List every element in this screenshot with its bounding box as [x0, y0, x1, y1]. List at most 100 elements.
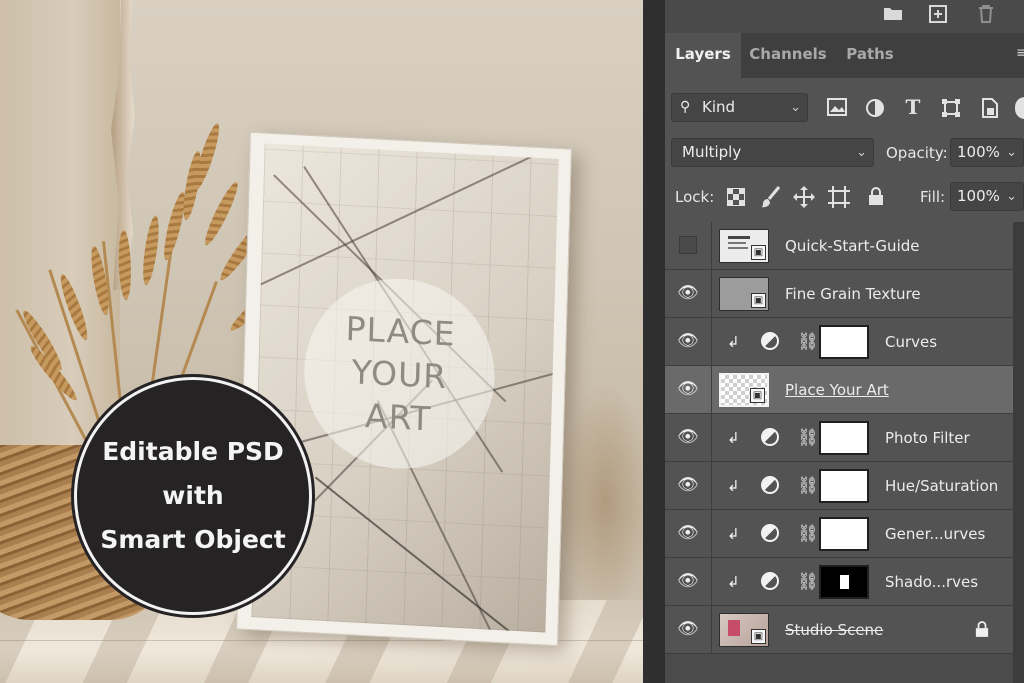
shape-filter-icon[interactable]: [941, 98, 961, 118]
layer-photo-filter[interactable]: 👁 ↲ ⛓ Photo Filter: [665, 414, 1013, 462]
clipping-arrow-icon: ↲: [727, 477, 740, 495]
eye-icon[interactable]: 👁: [677, 619, 699, 639]
placeholder-line-2: YOUR: [351, 351, 448, 396]
layer-name: Studio Scene: [785, 621, 884, 639]
eye-icon[interactable]: 👁: [677, 379, 699, 399]
new-layer-icon[interactable]: [927, 5, 949, 27]
layer-hue-saturation[interactable]: 👁 ↲ ⛓ Hue/Saturation: [665, 462, 1013, 510]
visibility-toggle-off[interactable]: [679, 236, 697, 254]
layer-name: Curves: [885, 333, 938, 351]
fill-field[interactable]: 100% ⌄: [950, 182, 1024, 211]
link-chain-icon[interactable]: ⛓: [797, 330, 819, 354]
eye-icon[interactable]: 👁: [677, 427, 699, 447]
chevron-down-icon: ⌄: [856, 145, 867, 160]
layers-panel: Layers Channels Paths ≡ ⚲ Kind ⌄ T Multi…: [665, 0, 1024, 683]
layer-mask-thumbnail[interactable]: [819, 517, 869, 551]
clipping-arrow-icon: ↲: [727, 333, 740, 351]
layer-thumbnail: ▣: [719, 613, 769, 647]
adjustment-filter-icon[interactable]: [865, 98, 885, 118]
filter-toggle-icon[interactable]: [1015, 97, 1024, 119]
link-chain-icon[interactable]: ⛓: [797, 522, 819, 546]
layer-shadow-curves[interactable]: 👁 ↲ ⛓ Shado...rves: [665, 558, 1013, 606]
placeholder-artwork: PLACE YOUR ART: [251, 143, 559, 633]
lock-transparent-icon[interactable]: [727, 188, 745, 206]
panel-tabs: Layers Channels Paths ≡: [665, 33, 1024, 78]
opacity-label: Opacity:: [886, 144, 948, 162]
layer-general-curves[interactable]: 👁 ↲ ⛓ Gener...urves: [665, 510, 1013, 558]
badge-line-1: Editable PSD: [102, 437, 284, 466]
fill-value: 100%: [957, 187, 1000, 205]
mockup-scene: PLACE YOUR ART Editable PSD with Smart O…: [0, 0, 643, 683]
panel-gutter: [643, 0, 665, 683]
smart-object-filter-icon[interactable]: [979, 98, 999, 118]
tab-paths[interactable]: Paths: [837, 33, 903, 78]
blend-row: Multiply ⌄ Opacity: 100% ⌄: [665, 136, 1024, 170]
eye-icon[interactable]: 👁: [677, 571, 699, 591]
link-chain-icon[interactable]: ⛓: [797, 426, 819, 450]
smart-object-badge-icon: ▣: [750, 388, 765, 403]
opacity-field[interactable]: 100% ⌄: [950, 138, 1024, 167]
eye-icon[interactable]: 👁: [677, 283, 699, 303]
type-filter-icon[interactable]: T: [903, 95, 923, 119]
eye-icon[interactable]: 👁: [677, 475, 699, 495]
layer-mask-thumbnail[interactable]: [819, 565, 869, 599]
smart-object-badge-icon: ▣: [751, 629, 766, 644]
panel-menu-icon[interactable]: ≡: [1016, 45, 1024, 65]
layers-list: ▣ Quick-Start-Guide 👁 ▣ Fine Grain Textu…: [665, 222, 1024, 683]
layer-name: Place Your Art: [785, 381, 889, 399]
clipping-arrow-icon: ↲: [727, 429, 740, 447]
tab-channels[interactable]: Channels: [745, 33, 831, 78]
adjustment-layer-icon: [761, 332, 779, 350]
filter-kind-dropdown[interactable]: ⚲ Kind ⌄: [671, 93, 808, 122]
image-filter-icon[interactable]: [827, 98, 847, 118]
layer-curves[interactable]: 👁 ↲ ⛓ Curves: [665, 318, 1013, 366]
tab-layers[interactable]: Layers: [665, 33, 741, 78]
layer-mask-thumbnail[interactable]: [819, 469, 869, 503]
lock-paint-icon[interactable]: [761, 186, 781, 208]
layer-studio-scene[interactable]: 👁 ▣ Studio Scene: [665, 606, 1013, 654]
blend-mode-value: Multiply: [682, 143, 742, 161]
layer-place-your-art[interactable]: 👁 ▣ Place Your Art: [665, 366, 1013, 414]
opacity-value: 100%: [957, 143, 1000, 161]
link-chain-icon[interactable]: ⛓: [797, 474, 819, 498]
layer-quick-start-guide[interactable]: ▣ Quick-Start-Guide: [665, 222, 1013, 270]
clipping-arrow-icon: ↲: [727, 573, 740, 591]
lock-position-icon[interactable]: [793, 186, 815, 208]
link-chain-icon[interactable]: ⛓: [797, 570, 819, 594]
filter-row: ⚲ Kind ⌄ T: [665, 90, 1024, 126]
blend-mode-dropdown[interactable]: Multiply ⌄: [671, 138, 874, 167]
lock-artboard-icon[interactable]: [828, 186, 850, 208]
eye-icon[interactable]: 👁: [677, 523, 699, 543]
layers-scrollbar[interactable]: [1013, 222, 1024, 683]
adjustment-layer-icon: [761, 524, 779, 542]
smart-object-badge-icon: ▣: [751, 293, 766, 308]
lock-all-icon[interactable]: [867, 186, 885, 208]
placeholder-line-3: ART: [364, 395, 432, 438]
layer-thumbnail: ▣: [719, 373, 769, 407]
layer-name: Shado...rves: [885, 573, 979, 591]
wall-stain: [560, 380, 643, 620]
folder-icon[interactable]: [882, 5, 904, 27]
chevron-down-icon: ⌄: [790, 100, 801, 115]
panel-top-bar: [665, 0, 1024, 33]
filter-kind-label: Kind: [702, 98, 736, 116]
layer-mask-thumbnail[interactable]: [819, 325, 869, 359]
lock-icon: [975, 620, 989, 642]
layer-name: Quick-Start-Guide: [785, 237, 920, 255]
chevron-down-icon: ⌄: [1006, 189, 1017, 204]
badge-line-3: Smart Object: [100, 525, 286, 554]
badge-line-2: with: [162, 481, 224, 510]
trash-icon[interactable]: [975, 5, 997, 27]
layer-name: Gener...urves: [885, 525, 986, 543]
layer-thumbnail: ▣: [719, 277, 769, 311]
chevron-down-icon: ⌄: [1006, 145, 1017, 160]
layer-fine-grain-texture[interactable]: 👁 ▣ Fine Grain Texture: [665, 270, 1013, 318]
layer-thumbnail: ▣: [719, 229, 769, 263]
layer-mask-thumbnail[interactable]: [819, 421, 869, 455]
layer-name: Hue/Saturation: [885, 477, 999, 495]
layer-name: Photo Filter: [885, 429, 970, 447]
adjustment-layer-icon: [761, 428, 779, 446]
lock-label: Lock:: [675, 188, 715, 206]
adjustment-layer-icon: [761, 572, 779, 590]
eye-icon[interactable]: 👁: [677, 331, 699, 351]
